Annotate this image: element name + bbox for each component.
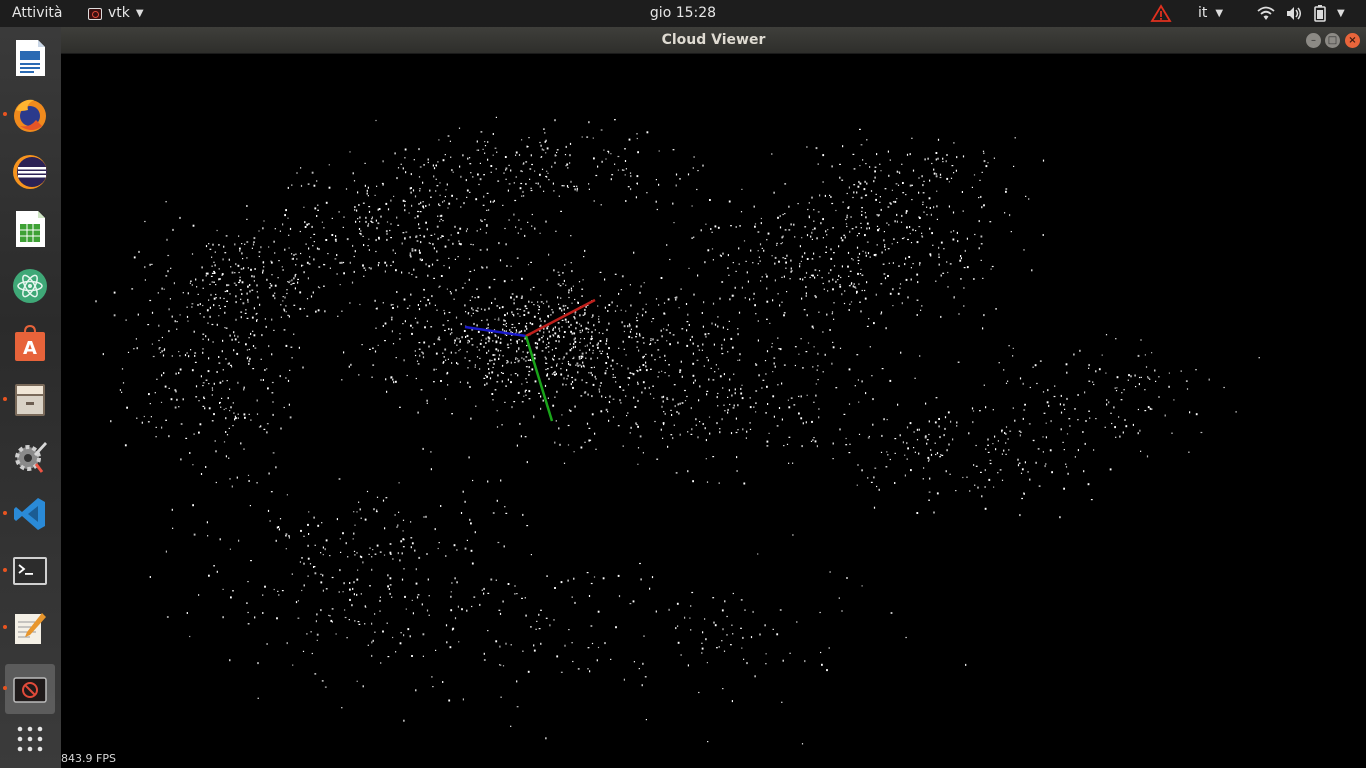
dock-item-terminal[interactable] — [3, 546, 55, 596]
dock-item-atom[interactable] — [5, 261, 55, 311]
wifi-icon — [1257, 6, 1275, 20]
minimize-button[interactable]: – — [1306, 33, 1321, 48]
vtk-app-icon — [88, 7, 102, 20]
close-button[interactable]: × — [1345, 33, 1360, 48]
vtk-icon — [13, 677, 47, 703]
terminal-icon — [13, 557, 47, 585]
running-indicator — [3, 568, 7, 572]
top-bar: Attività vtk ▼ gio 15:28 it ▼ ▼ — [0, 0, 1366, 27]
libreoffice-writer-icon — [16, 40, 45, 76]
system-menu[interactable]: ▼ — [1257, 0, 1345, 27]
running-indicator — [3, 625, 7, 629]
volume-icon — [1287, 7, 1301, 20]
dock-item-settings[interactable] — [5, 432, 55, 482]
point-cloud-viewport[interactable] — [61, 54, 1366, 768]
cloud-points — [95, 116, 1260, 745]
dock-item-vscode[interactable] — [3, 489, 55, 539]
dock-item-files[interactable] — [3, 375, 55, 425]
ubuntu-software-icon: A — [15, 324, 45, 361]
clock-label[interactable]: gio 15:28 — [650, 5, 716, 21]
y-axis-line — [524, 335, 554, 422]
eclipse-icon — [13, 155, 47, 189]
dock: A — [0, 27, 61, 768]
dock-item-text-editor[interactable] — [3, 603, 55, 653]
files-icon — [15, 384, 45, 416]
atom-icon — [13, 269, 47, 303]
settings-icon — [15, 442, 47, 473]
language-label: it — [1198, 5, 1208, 21]
language-selector[interactable]: it ▼ — [1198, 0, 1223, 27]
running-indicator — [3, 112, 7, 116]
svg-text:A: A — [23, 338, 37, 359]
chevron-down-icon: ▼ — [1215, 8, 1224, 19]
dock-item-firefox[interactable] — [3, 90, 55, 140]
activities-button[interactable]: Attività — [12, 0, 62, 27]
app-menu[interactable]: vtk ▼ — [88, 0, 144, 27]
running-indicator — [3, 686, 7, 690]
maximize-icon: □ — [1327, 35, 1338, 46]
battery-icon — [1314, 5, 1326, 22]
show-applications-button[interactable] — [5, 713, 55, 763]
dock-item-eclipse[interactable] — [5, 147, 55, 197]
window-title-bar[interactable]: Cloud Viewer – □ × — [61, 27, 1366, 54]
app-menu-label: vtk — [108, 5, 130, 21]
fps-counter: 843.9 FPS — [61, 752, 116, 765]
dock-item-calc[interactable] — [5, 204, 55, 254]
chevron-down-icon: ▼ — [135, 8, 144, 19]
libreoffice-calc-icon — [16, 211, 45, 247]
point-cloud — [95, 116, 1260, 745]
text-editor-icon — [15, 613, 46, 644]
firefox-icon — [14, 99, 46, 132]
activities-label: Attività — [12, 5, 63, 21]
app-grid-icon — [17, 726, 43, 752]
close-icon: × — [1348, 35, 1357, 46]
x-axis-line — [525, 298, 596, 338]
dock-item-software[interactable]: A — [5, 318, 55, 368]
running-indicator — [3, 511, 7, 515]
dock-item-writer[interactable] — [5, 33, 55, 83]
vscode-icon — [14, 498, 45, 530]
window-title: Cloud Viewer — [661, 32, 766, 48]
chevron-down-icon: ▼ — [1337, 8, 1345, 19]
warning-icon[interactable] — [1150, 0, 1172, 27]
dock-item-vtk-viewer[interactable] — [3, 664, 55, 714]
maximize-button[interactable]: □ — [1325, 33, 1340, 48]
minimize-icon: – — [1311, 35, 1316, 46]
running-indicator — [3, 397, 7, 401]
